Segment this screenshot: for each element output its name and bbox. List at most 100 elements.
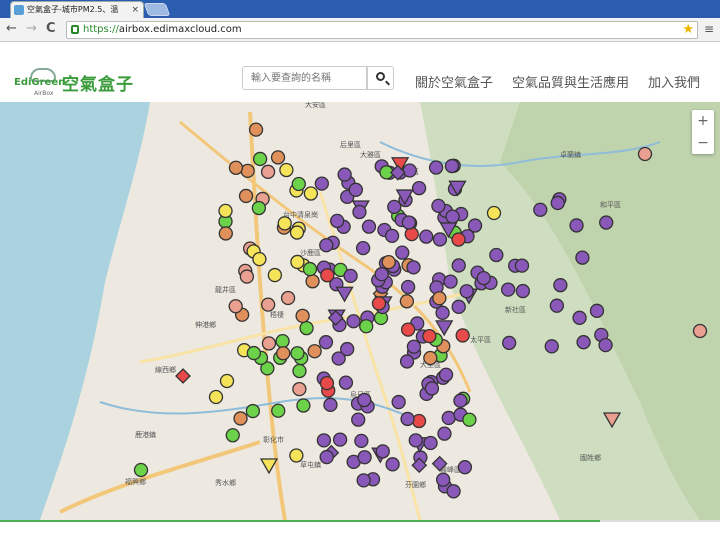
airbox-sensor-marker[interactable]: [441, 410, 456, 426]
search-button[interactable]: [367, 66, 394, 90]
airbox-sensor-marker[interactable]: [371, 296, 387, 311]
airbox-sensor-marker[interactable]: [245, 403, 261, 419]
airbox-sensor-marker[interactable]: [400, 279, 416, 295]
airbox-sensor-marker[interactable]: [239, 269, 255, 284]
airbox-sensor-marker[interactable]: [352, 204, 367, 220]
airbox-sensor-marker[interactable]: [270, 150, 286, 165]
airbox-sensor-marker[interactable]: [276, 346, 291, 361]
airbox-sensor-marker[interactable]: [411, 180, 427, 196]
airbox-sensor-marker[interactable]: [228, 299, 243, 314]
airbox-sensor-marker[interactable]: [332, 432, 348, 447]
airbox-sensor-marker[interactable]: [267, 267, 283, 283]
zoom-in-button[interactable]: +: [692, 110, 714, 132]
airbox-sensor-marker[interactable]: [356, 473, 371, 488]
airbox-sensor-marker[interactable]: [219, 373, 235, 389]
airbox-sensor-marker[interactable]: [432, 291, 447, 306]
airbox-sensor-marker[interactable]: [261, 336, 277, 351]
airbox-sensor-marker[interactable]: [423, 435, 438, 451]
airbox-sensor-marker[interactable]: [453, 393, 468, 408]
airbox-sensor-marker[interactable]: [404, 226, 419, 242]
airbox-sensor-marker[interactable]: [218, 203, 233, 219]
airbox-sensor-marker[interactable]: [292, 363, 307, 379]
airbox-sensor-marker[interactable]: [375, 444, 390, 459]
airbox-sensor-marker[interactable]: [319, 449, 334, 465]
airbox-sensor-marker[interactable]: [303, 186, 319, 201]
airbox-sensor-marker[interactable]: [438, 367, 454, 382]
airbox-sensor-marker[interactable]: [451, 258, 466, 273]
airbox-sensor-marker[interactable]: [424, 381, 440, 396]
forward-button[interactable]: →: [26, 21, 37, 37]
airbox-sensor-marker[interactable]: [275, 333, 290, 349]
airbox-sensor-marker[interactable]: [252, 251, 267, 267]
airbox-sensor-marker[interactable]: [133, 462, 149, 478]
airbox-sensor-marker[interactable]: [599, 215, 614, 230]
airbox-sensor-marker[interactable]: [553, 278, 568, 293]
airbox-sensor-marker[interactable]: [289, 225, 305, 240]
airbox-sensor-marker[interactable]: [238, 188, 254, 204]
airbox-sensor-marker[interactable]: [290, 254, 305, 270]
airbox-sensor-marker[interactable]: [489, 247, 504, 263]
airbox-sensor-marker[interactable]: [319, 375, 335, 391]
airbox-sensor-marker[interactable]: [305, 274, 320, 289]
airbox-sensor-marker[interactable]: [385, 457, 400, 472]
airbox-sensor-marker[interactable]: [246, 345, 262, 361]
airbox-sensor-marker[interactable]: [291, 176, 306, 192]
airbox-sensor-marker[interactable]: [314, 176, 329, 191]
airbox-sensor-marker[interactable]: [299, 321, 314, 336]
airbox-sensor-marker[interactable]: [569, 218, 584, 233]
airbox-sensor-marker[interactable]: [391, 394, 406, 410]
airbox-sensor-marker[interactable]: [355, 240, 371, 256]
browser-tab[interactable]: 空氣盒子-城市PM2.5、溫 ×: [10, 1, 144, 18]
map-canvas[interactable]: 大安區后里區東勢區卓蘭鎮和平區台中清泉崗沙鹿區龍井區新社區梧棲伸港鄉線西鄉鹿港鎮…: [0, 102, 720, 520]
airbox-sensor-marker[interactable]: [295, 308, 310, 323]
air-quality-map[interactable]: 大安區后里區東勢區卓蘭鎮和平區台中清泉崗沙鹿區龍井區新社區梧棲伸港鄉線西鄉鹿港鎮…: [0, 102, 720, 520]
airbox-sensor-marker[interactable]: [637, 146, 653, 162]
airbox-sensor-marker[interactable]: [248, 122, 264, 137]
airbox-sensor-marker[interactable]: [252, 151, 268, 167]
airbox-sensor-marker[interactable]: [451, 299, 466, 314]
back-button[interactable]: ←: [6, 21, 17, 37]
airbox-sensor-marker[interactable]: [459, 284, 474, 299]
reload-button[interactable]: C: [46, 21, 56, 37]
airbox-sensor-marker[interactable]: [400, 411, 415, 427]
airbox-sensor-marker[interactable]: [343, 268, 358, 284]
airbox-sensor-marker[interactable]: [514, 258, 530, 273]
airbox-sensor-marker[interactable]: [260, 297, 276, 312]
airbox-sensor-marker[interactable]: [502, 335, 517, 351]
zoom-out-button[interactable]: −: [692, 132, 714, 154]
airbox-sensor-marker[interactable]: [432, 232, 448, 247]
airbox-sensor-marker[interactable]: [351, 412, 366, 427]
airbox-sensor-marker[interactable]: [451, 232, 466, 247]
airbox-sensor-marker[interactable]: [302, 261, 318, 277]
airbox-sensor-marker[interactable]: [515, 283, 531, 299]
airbox-sensor-marker[interactable]: [399, 294, 415, 309]
airbox-sensor-marker[interactable]: [399, 354, 415, 369]
airbox-sensor-marker[interactable]: [402, 163, 417, 178]
airbox-sensor-marker[interactable]: [589, 303, 605, 318]
airbox-sensor-marker[interactable]: [408, 433, 423, 448]
airbox-sensor-marker[interactable]: [323, 397, 338, 412]
airbox-sensor-marker[interactable]: [533, 202, 548, 217]
airbox-sensor-marker[interactable]: [576, 335, 591, 350]
airbox-sensor-marker[interactable]: [359, 319, 374, 334]
airbox-sensor-marker[interactable]: [348, 182, 363, 197]
airbox-sensor-marker[interactable]: [251, 200, 267, 216]
airbox-sensor-marker[interactable]: [337, 167, 352, 182]
airbox-sensor-marker[interactable]: [395, 245, 410, 260]
airbox-sensor-marker[interactable]: [279, 162, 294, 178]
airbox-sensor-marker[interactable]: [292, 381, 307, 397]
airbox-sensor-marker[interactable]: [361, 219, 377, 234]
airbox-sensor-marker[interactable]: [467, 218, 483, 233]
bookmark-star-icon[interactable]: ★: [682, 22, 694, 38]
airbox-sensor-marker[interactable]: [354, 433, 369, 449]
airbox-sensor-marker[interactable]: [435, 305, 450, 320]
airbox-sensor-marker[interactable]: [340, 341, 355, 357]
airbox-sensor-marker[interactable]: [240, 163, 255, 179]
airbox-sensor-marker[interactable]: [476, 270, 491, 286]
address-bar[interactable]: https://airbox.edimaxcloud.com ★: [66, 21, 698, 39]
airbox-sensor-marker[interactable]: [457, 460, 473, 475]
airbox-sensor-marker[interactable]: [400, 322, 416, 337]
airbox-sensor-marker[interactable]: [544, 339, 559, 354]
airbox-sensor-marker[interactable]: [320, 268, 335, 283]
airbox-sensor-marker[interactable]: [319, 238, 334, 253]
